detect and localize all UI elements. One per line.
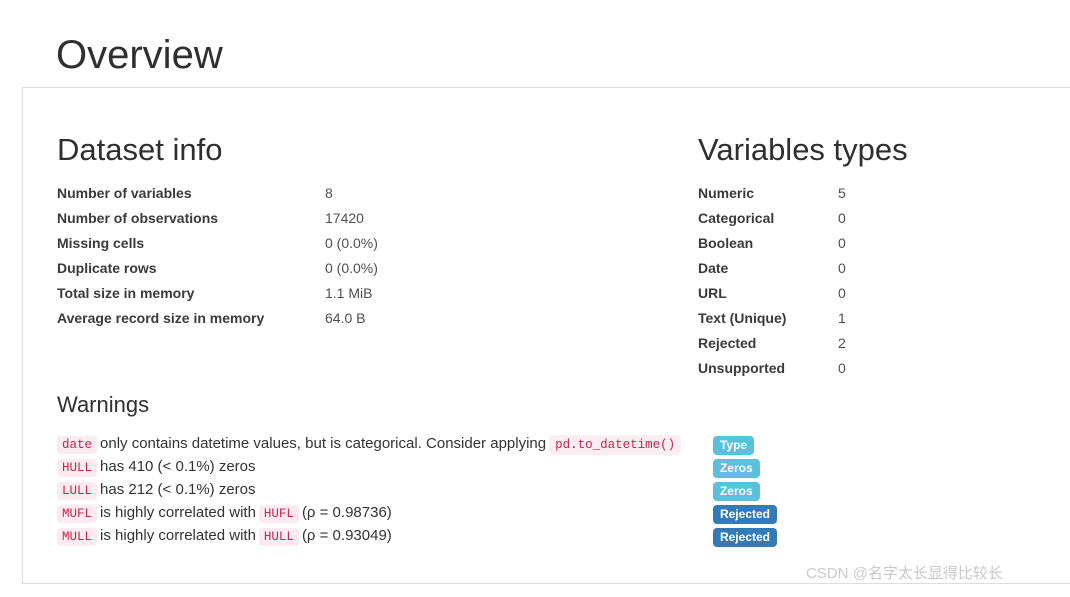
type-value: 1 <box>838 306 958 331</box>
table-row: Date 0 <box>698 256 958 281</box>
warning-description: HULLhas 410 (< 0.1%) zeros <box>57 456 713 479</box>
type-label: Rejected <box>698 331 838 356</box>
variable-chip[interactable]: HULL <box>57 459 97 477</box>
stat-value: 64.0 B <box>325 306 525 331</box>
warning-badge-cell: Rejected <box>713 525 777 548</box>
warning-correlation: (ρ = 0.93049) <box>302 527 392 544</box>
table-row: Average record size in memory 64.0 B <box>57 306 525 331</box>
warning-message: is highly correlated with <box>100 527 256 544</box>
warning-description: dateonly contains datetime values, but i… <box>57 433 713 456</box>
variable-chip[interactable]: MUFL <box>57 505 97 523</box>
warning-message: has 212 (< 0.1%) zeros <box>100 481 256 498</box>
stat-value: 0 (0.0%) <box>325 256 525 281</box>
stat-label: Average record size in memory <box>57 306 325 331</box>
stat-value: 0 (0.0%) <box>325 231 525 256</box>
variables-types-section: Variables types Numeric 5 Categorical 0 … <box>698 133 1038 381</box>
table-row: Number of observations 17420 <box>57 206 525 231</box>
table-row: Text (Unique) 1 <box>698 306 958 331</box>
type-label: Categorical <box>698 206 838 231</box>
type-label: Date <box>698 256 838 281</box>
warning-row: dateonly contains datetime values, but i… <box>57 433 777 456</box>
status-badge[interactable]: Type <box>713 436 754 455</box>
warning-badge-cell: Rejected <box>713 502 777 525</box>
dataset-info-heading: Dataset info <box>57 133 657 167</box>
table-row: Missing cells 0 (0.0%) <box>57 231 525 256</box>
warning-description: LULLhas 212 (< 0.1%) zeros <box>57 479 713 502</box>
stat-label: Number of variables <box>57 181 325 206</box>
warning-row: MULLis highly correlated withHULL(ρ = 0.… <box>57 525 777 548</box>
warnings-section: Warnings dateonly contains datetime valu… <box>57 393 1017 548</box>
table-row: Rejected 2 <box>698 331 958 356</box>
table-row: Unsupported 0 <box>698 356 958 381</box>
warnings-heading: Warnings <box>57 393 1017 417</box>
warning-message: has 410 (< 0.1%) zeros <box>100 458 256 475</box>
type-value: 2 <box>838 331 958 356</box>
type-label: Unsupported <box>698 356 838 381</box>
type-value: 0 <box>838 356 958 381</box>
variable-chip[interactable]: LULL <box>57 482 97 500</box>
variable-chip[interactable]: MULL <box>57 528 97 546</box>
variables-types-heading: Variables types <box>698 133 1038 167</box>
variables-types-table: Numeric 5 Categorical 0 Boolean 0 Date 0 <box>698 181 958 381</box>
warning-correlation: (ρ = 0.98736) <box>302 504 392 521</box>
status-badge[interactable]: Zeros <box>713 482 760 501</box>
stat-label: Missing cells <box>57 231 325 256</box>
table-row: Duplicate rows 0 (0.0%) <box>57 256 525 281</box>
dataset-info-section: Dataset info Number of variables 8 Numbe… <box>57 133 657 331</box>
stat-value: 8 <box>325 181 525 206</box>
table-row: Numeric 5 <box>698 181 958 206</box>
status-badge[interactable]: Zeros <box>713 459 760 478</box>
type-value: 0 <box>838 231 958 256</box>
warning-row: MUFLis highly correlated withHUFL(ρ = 0.… <box>57 502 777 525</box>
type-value: 5 <box>838 181 958 206</box>
warning-badge-cell: Type <box>713 433 777 456</box>
stat-label: Number of observations <box>57 206 325 231</box>
warning-description: MULLis highly correlated withHULL(ρ = 0.… <box>57 525 713 548</box>
warning-message: only contains datetime values, but is ca… <box>100 435 546 452</box>
correlated-variable-chip[interactable]: HULL <box>259 528 299 546</box>
warning-message: is highly correlated with <box>100 504 256 521</box>
page-title: Overview <box>56 32 223 78</box>
overview-panel: Dataset info Number of variables 8 Numbe… <box>22 87 1070 584</box>
variable-chip[interactable]: date <box>57 436 97 454</box>
type-label: URL <box>698 281 838 306</box>
type-value: 0 <box>838 206 958 231</box>
warnings-table: dateonly contains datetime values, but i… <box>57 433 777 548</box>
correlated-variable-chip[interactable]: HUFL <box>259 505 299 523</box>
status-badge[interactable]: Rejected <box>713 505 777 524</box>
warning-badge-cell: Zeros <box>713 479 777 502</box>
type-value: 0 <box>838 256 958 281</box>
stat-value: 17420 <box>325 206 525 231</box>
type-label: Boolean <box>698 231 838 256</box>
stat-label: Total size in memory <box>57 281 325 306</box>
stat-value: 1.1 MiB <box>325 281 525 306</box>
type-label: Text (Unique) <box>698 306 838 331</box>
dataset-info-table: Number of variables 8 Number of observat… <box>57 181 525 331</box>
warning-badge-cell: Zeros <box>713 456 777 479</box>
type-label: Numeric <box>698 181 838 206</box>
table-row: Number of variables 8 <box>57 181 525 206</box>
warning-row: HULLhas 410 (< 0.1%) zeros Zeros <box>57 456 777 479</box>
type-value: 0 <box>838 281 958 306</box>
table-row: URL 0 <box>698 281 958 306</box>
table-row: Categorical 0 <box>698 206 958 231</box>
watermark: CSDN @名字太长显得比较长 <box>806 562 1003 583</box>
warning-description: MUFLis highly correlated withHUFL(ρ = 0.… <box>57 502 713 525</box>
code-snippet: pd.to_datetime() <box>549 435 681 455</box>
warning-row: LULLhas 212 (< 0.1%) zeros Zeros <box>57 479 777 502</box>
status-badge[interactable]: Rejected <box>713 528 777 547</box>
stat-label: Duplicate rows <box>57 256 325 281</box>
table-row: Total size in memory 1.1 MiB <box>57 281 525 306</box>
table-row: Boolean 0 <box>698 231 958 256</box>
